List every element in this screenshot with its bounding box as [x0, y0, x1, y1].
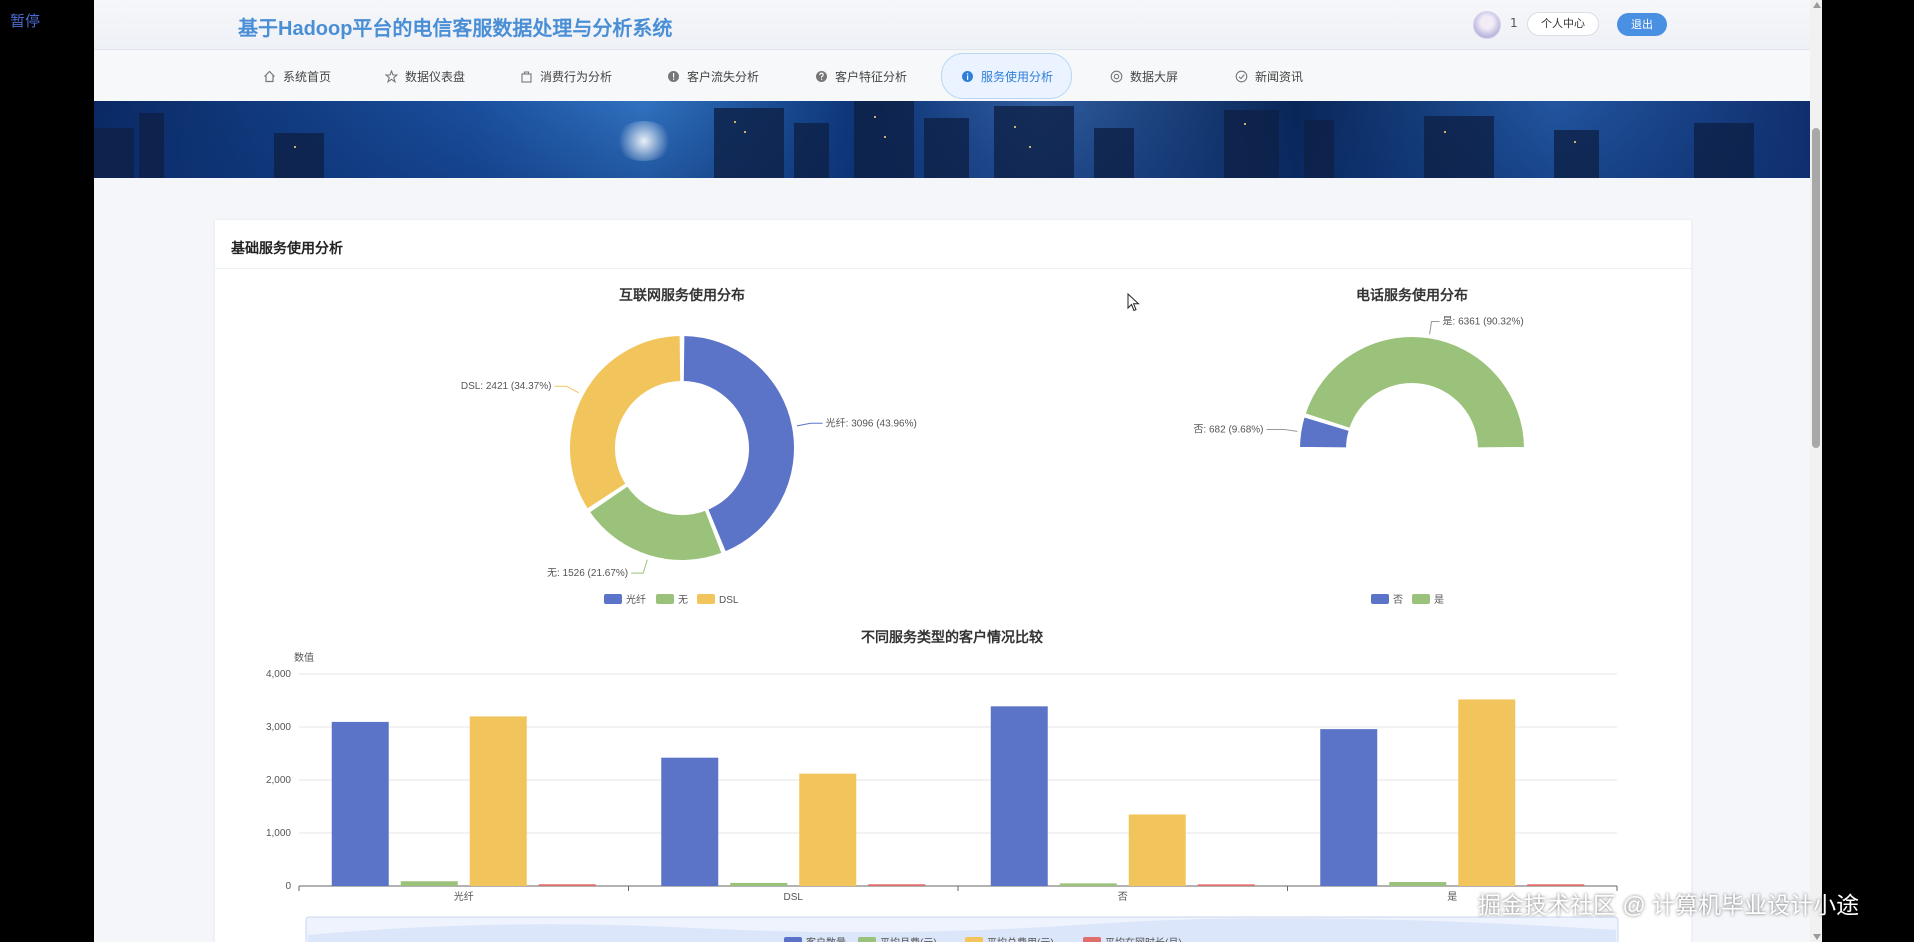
bar — [1320, 729, 1378, 886]
x-tick-label: 是 — [1447, 891, 1457, 903]
bar — [1128, 814, 1186, 886]
slice-label: 光纤: 3096 (43.96%) — [826, 416, 917, 429]
legend-label: 光纤 — [626, 593, 646, 606]
mouse-cursor-icon — [1127, 293, 1140, 312]
scroll-thumb[interactable] — [1812, 128, 1820, 448]
legend-swatch — [697, 594, 715, 604]
y-tick-label: 3,000 — [266, 722, 291, 733]
bar — [400, 881, 458, 886]
label-line — [796, 422, 823, 427]
legend-swatch — [604, 594, 622, 604]
legend-label: 平均在网时长(月) — [1105, 937, 1182, 942]
y-axis-label: 数值 — [294, 651, 314, 664]
bar — [1458, 699, 1516, 886]
slice-label: 是: 6361 (90.32%) — [1443, 315, 1524, 327]
legend-swatch — [1371, 594, 1389, 604]
charts-canvas: 互联网服务使用分布光纤: 3096 (43.96%) 无: 1526 (21.67… — [266, 287, 1619, 942]
label-line — [631, 559, 648, 574]
bar — [661, 757, 719, 886]
video-letterbox-right — [1822, 0, 1914, 942]
bar — [730, 882, 788, 886]
y-tick-label: 4,000 — [266, 669, 291, 680]
legend-swatch — [965, 937, 983, 942]
legend-swatch — [1083, 937, 1101, 942]
y-tick-label: 0 — [285, 881, 291, 892]
y-tick-label: 1,000 — [266, 828, 291, 839]
label-line — [1266, 428, 1298, 432]
chart-title: 不同服务类型的客户情况比较 — [861, 629, 1043, 645]
bar — [799, 773, 857, 886]
x-tick-label: 否 — [1118, 891, 1128, 903]
legend-label: DSL — [719, 595, 739, 606]
watermark: 掘金技术社区 @ 计算机毕业设计小途 — [1478, 892, 1860, 918]
bar — [868, 884, 926, 886]
legend-swatch — [784, 937, 802, 942]
video-letterbox-left: 暂停 — [0, 0, 94, 942]
chart-title: 互联网服务使用分布 — [619, 287, 745, 303]
slice-label: 无: 1526 (21.67%) — [547, 568, 628, 579]
pie-slice — [568, 333, 683, 512]
app-window: 基于Hadoop平台的电信客服数据处理与分析系统 1 个人中心 退出 系统首页 … — [94, 0, 1810, 942]
x-tick-label: DSL — [784, 892, 804, 903]
label-line — [1429, 320, 1440, 335]
pause-label[interactable]: 暂停 — [10, 10, 40, 31]
scroll-down-icon[interactable] — [1813, 934, 1821, 940]
x-tick-label: 光纤 — [454, 890, 474, 903]
chart-title: 电话服务使用分布 — [1356, 287, 1468, 303]
bar — [1197, 884, 1255, 886]
slice-label: 否: 682 (9.68%) — [1193, 423, 1263, 435]
scroll-up-icon[interactable] — [1813, 2, 1821, 8]
legend-label: 是 — [1434, 594, 1444, 606]
page-scrollbar[interactable] — [1810, 0, 1822, 942]
bar — [1059, 883, 1117, 886]
y-tick-label: 2,000 — [266, 775, 291, 786]
bar — [990, 706, 1048, 886]
legend-label: 否 — [1393, 594, 1403, 606]
bar — [538, 884, 596, 886]
bar — [1389, 882, 1447, 886]
bar — [469, 716, 527, 886]
slice-label: DSL: 2421 (34.37%) — [461, 381, 552, 392]
label-line — [554, 385, 580, 394]
legend-swatch — [656, 594, 674, 604]
legend-label: 无 — [678, 595, 688, 606]
legend-swatch — [858, 937, 876, 942]
legend-swatch — [1412, 594, 1430, 604]
bar — [331, 721, 389, 886]
